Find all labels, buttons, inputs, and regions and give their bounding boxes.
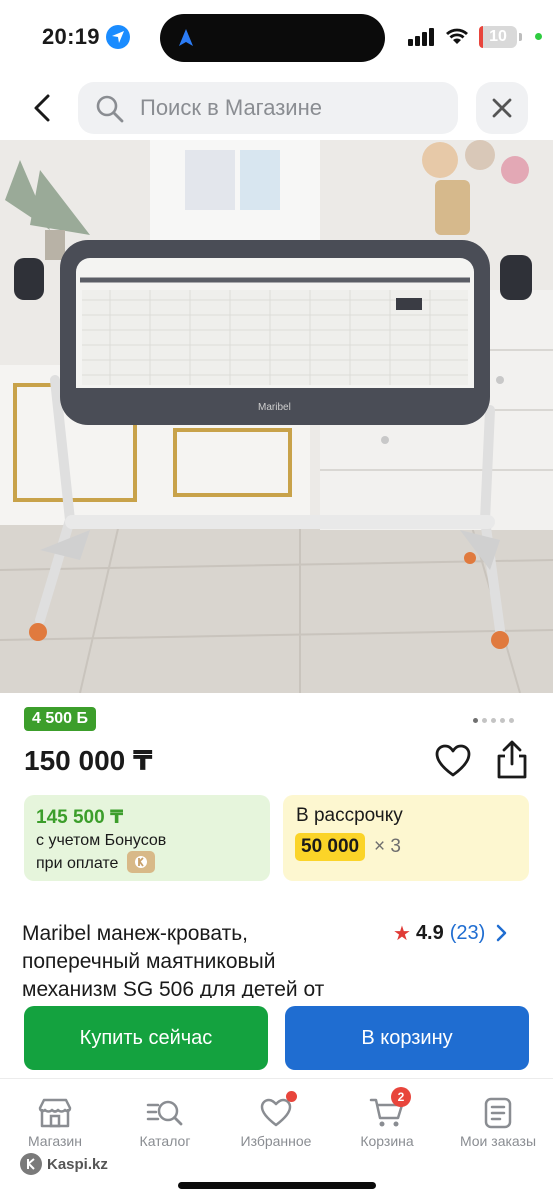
search-input[interactable] bbox=[140, 82, 440, 134]
nav-label: Магазин bbox=[27, 1133, 82, 1149]
product-title: Maribel манеж-кровать, поперечный маятни… bbox=[22, 922, 325, 998]
pagination-dot bbox=[473, 718, 478, 723]
favorite-button[interactable] bbox=[434, 744, 472, 778]
brand-watermark: Kaspi.kz bbox=[20, 1153, 108, 1175]
brand-name: Kaspi.kz bbox=[47, 1155, 108, 1173]
installment-multiplier: × 3 bbox=[374, 836, 401, 857]
share-icon bbox=[497, 740, 527, 779]
search-icon bbox=[96, 95, 124, 123]
home-indicator[interactable] bbox=[178, 1182, 376, 1189]
pagination-dot bbox=[500, 718, 505, 723]
share-button[interactable] bbox=[494, 740, 530, 780]
dynamic-island bbox=[160, 14, 385, 62]
store-icon bbox=[35, 1093, 75, 1133]
kaspi-pay-icon bbox=[127, 851, 155, 873]
nav-item-favorites[interactable]: Избранное bbox=[221, 1089, 331, 1159]
add-to-cart-button[interactable]: В корзину bbox=[285, 1006, 529, 1070]
pagination-dot bbox=[491, 718, 496, 723]
nav-label: Избранное bbox=[240, 1133, 312, 1149]
navigation-arrow-icon bbox=[179, 29, 193, 46]
star-icon: ★ bbox=[393, 922, 411, 945]
orders-icon bbox=[478, 1093, 518, 1133]
pagination-dot bbox=[482, 718, 487, 723]
battery-level: 10 bbox=[489, 28, 507, 45]
status-bar: 20:19 10 bbox=[0, 0, 553, 72]
chevron-right-icon bbox=[497, 924, 507, 942]
cellular-signal-icon bbox=[408, 28, 436, 46]
search-header bbox=[0, 80, 553, 136]
nav-item-store[interactable]: Магазин bbox=[0, 1089, 110, 1159]
review-count: (23) bbox=[449, 921, 486, 944]
search-bar[interactable] bbox=[78, 82, 458, 134]
installment-title: В рассрочку bbox=[296, 805, 403, 826]
nav-item-catalog[interactable]: Каталог bbox=[110, 1089, 220, 1159]
buy-now-button[interactable]: Купить сейчас bbox=[24, 1006, 268, 1070]
product-price: 150 000 ₸ bbox=[24, 745, 153, 776]
product-photo: Maribel bbox=[0, 140, 553, 693]
bonus-caption: с учетом Бонусов bbox=[36, 832, 167, 849]
rating-link[interactable]: ★ 4.9 (23) bbox=[393, 920, 507, 946]
bonus-price: 145 500 ₸ bbox=[36, 807, 124, 828]
close-icon bbox=[492, 98, 512, 118]
back-button[interactable] bbox=[24, 90, 60, 126]
payment-caption: при оплате bbox=[36, 855, 119, 872]
cart-count-badge: 2 bbox=[391, 1087, 411, 1107]
catalog-icon bbox=[145, 1093, 185, 1133]
chevron-left-icon bbox=[34, 94, 50, 122]
location-icon bbox=[106, 25, 130, 49]
wifi-icon bbox=[446, 28, 468, 44]
close-button[interactable] bbox=[476, 82, 528, 134]
status-time: 20:19 bbox=[42, 24, 100, 49]
bonus-badge: 4 500 Б bbox=[24, 707, 96, 731]
installment-amount: 50 000 bbox=[295, 833, 366, 861]
pagination-dot bbox=[509, 718, 514, 723]
product-image[interactable]: Maribel bbox=[0, 140, 553, 693]
nav-label: Каталог bbox=[139, 1133, 191, 1149]
heart-icon bbox=[435, 744, 471, 777]
bonus-price-card[interactable]: 145 500 ₸ с учетом Бонусов при оплате bbox=[24, 795, 270, 881]
nav-label: Корзина bbox=[360, 1133, 414, 1149]
kaspi-logo-icon bbox=[20, 1153, 42, 1175]
favorites-indicator bbox=[286, 1091, 297, 1102]
privacy-indicator bbox=[535, 33, 542, 40]
nav-item-orders[interactable]: Мои заказы bbox=[443, 1089, 553, 1159]
nav-label: Мои заказы bbox=[459, 1133, 537, 1149]
svg-text:Maribel: Maribel bbox=[258, 402, 291, 413]
image-pagination bbox=[473, 710, 518, 728]
nav-item-cart[interactable]: 2 Корзина bbox=[332, 1087, 442, 1159]
installment-card[interactable]: В рассрочку 50 000 × 3 bbox=[283, 795, 529, 881]
rating-score: 4.9 bbox=[415, 921, 444, 944]
battery-icon: 10 bbox=[479, 26, 517, 48]
